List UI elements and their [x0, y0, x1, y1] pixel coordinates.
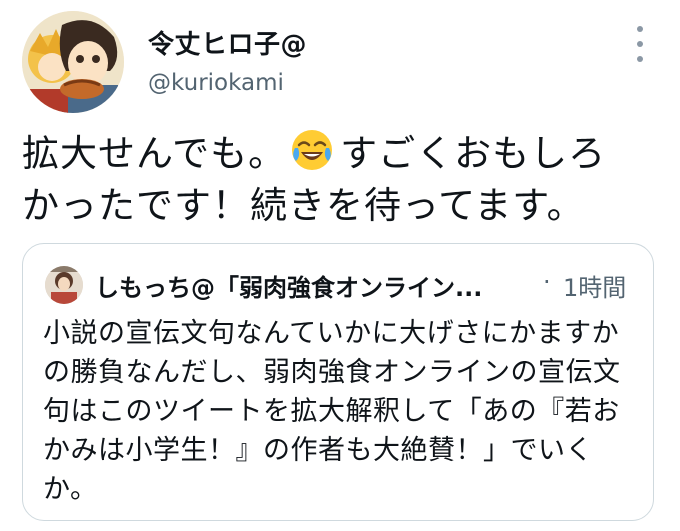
author-display-name[interactable]: 令丈ヒロ子@ [148, 24, 307, 61]
quoted-separator: · [543, 268, 551, 296]
author-handle[interactable]: @kuriokami [148, 70, 284, 96]
tweet-line-2: かったです！続きを待ってます。 [22, 184, 585, 227]
author-avatar[interactable] [22, 11, 124, 113]
quoted-line: 小説の宣伝文句なんていかに大げさにかますか [43, 318, 620, 349]
quoted-author-display-name[interactable]: しもっち@「弱肉強食オンライン... [95, 268, 482, 303]
quoted-line: 句はこのツイートを拡大解釈して「あの『若お [43, 396, 620, 427]
tweet-line-1-after: すごくおもしろ [340, 132, 607, 175]
quoted-tweet-text: 小説の宣伝文句なんていかに大げさにかますか の勝負なんだし、弱肉強食オンラインの… [43, 314, 643, 509]
quoted-line: の勝負なんだし、弱肉強食オンラインの宣伝文 [43, 357, 621, 388]
more-options-icon[interactable] [628, 26, 652, 62]
tweet-text: 拡大せんでも。 すごくおもしろ かったです！続きを待ってます。 [22, 128, 662, 232]
tweet-line-1-before: 拡大せんでも。 [22, 132, 287, 175]
quoted-author-avatar[interactable] [45, 266, 83, 304]
quoted-tweet[interactable]: しもっち@「弱肉強食オンライン... · 1時間 小説の宣伝文句なんていかに大げ… [22, 243, 654, 521]
quoted-line: か。 [43, 474, 98, 505]
quoted-timestamp[interactable]: 1時間 [563, 268, 626, 303]
tweet-line-1: 拡大せんでも。 すごくおもしろ [22, 128, 662, 180]
face-with-tears-of-joy-icon [292, 130, 333, 170]
quoted-line: かみは小学生！』の作者も大絶賛！」でいく [43, 435, 593, 466]
